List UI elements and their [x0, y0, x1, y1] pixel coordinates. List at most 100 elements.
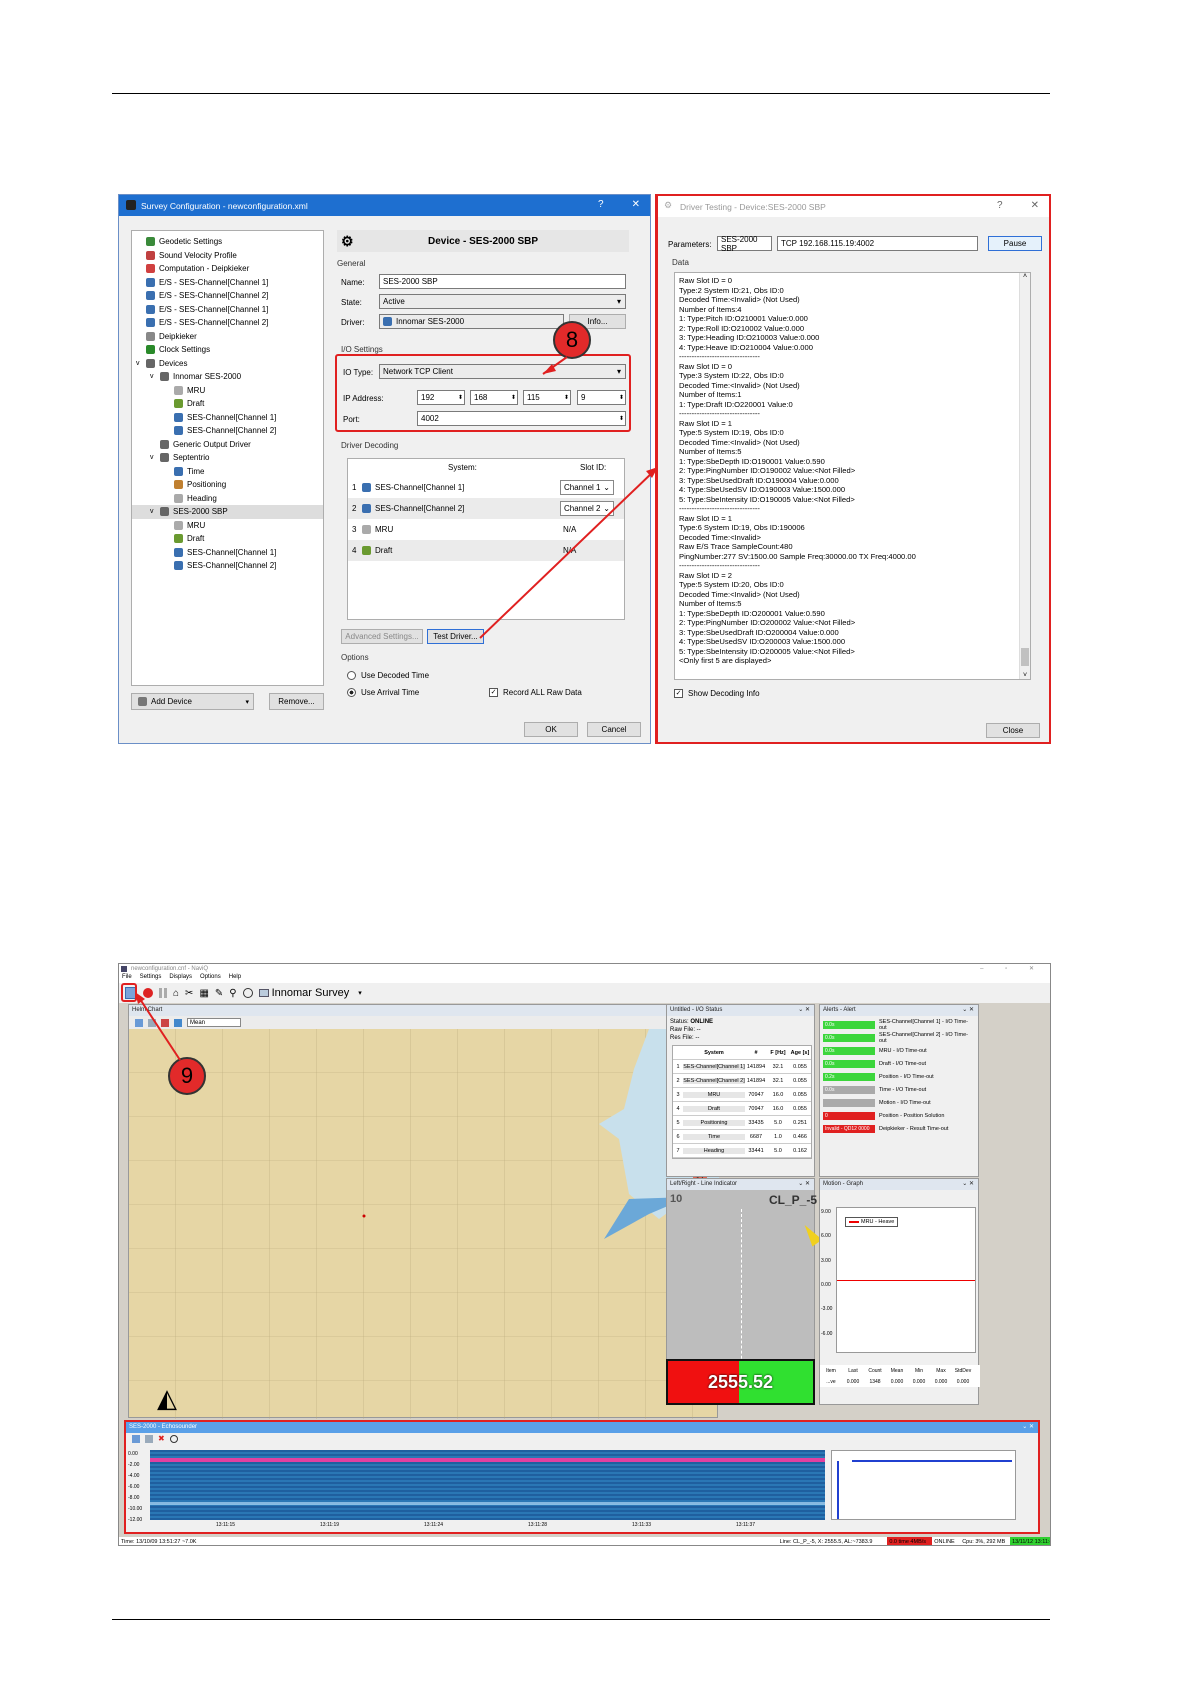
- status-segment: ONLINE: [932, 1537, 961, 1545]
- table-cell: 7: [676, 1147, 680, 1154]
- table-cell: Positioning: [683, 1119, 745, 1126]
- io-table-row[interactable]: 5 Positioning 33435 5.0 0.251: [673, 1116, 811, 1130]
- y-axis-label: -2.00: [128, 1462, 140, 1468]
- table-cell: 0.466: [793, 1133, 807, 1140]
- alert-item[interactable]: 0 Position - Position Solution: [823, 1110, 975, 1121]
- x-axis-label: 13:11:19: [320, 1522, 340, 1528]
- table-cell: 33435: [748, 1119, 764, 1126]
- stats-row: ...ve 0.000 1348 0.000 0.000 0.000 0.000: [820, 1376, 980, 1387]
- table-cell: 6: [676, 1133, 680, 1140]
- profile-spike: [837, 1461, 839, 1519]
- lr-value-bar: 2555.52: [666, 1359, 815, 1405]
- table-cell: 5: [676, 1119, 680, 1126]
- status-segment: Cpu: 3%, 292 MB: [960, 1537, 1011, 1545]
- x-axis-label: 13:11:33: [632, 1522, 652, 1528]
- stats-cell: StdDev: [954, 1367, 972, 1374]
- footer-rule: [112, 1619, 1050, 1620]
- echo-title: SES-2000 - Echosounder: [129, 1424, 198, 1430]
- stats-cell: 0.000: [846, 1378, 860, 1385]
- x-axis-label: 13:11:24: [424, 1522, 444, 1528]
- panel-title: SES-2000 - Echosounder ⌄ ✕: [126, 1422, 1038, 1433]
- lr-offset-label: 10: [670, 1193, 683, 1205]
- legend-label: MRU - Heave: [861, 1219, 895, 1225]
- alert-text: Position - Position Solution: [879, 1112, 945, 1119]
- legend-swatch: [849, 1221, 859, 1223]
- x-axis-label: 13:11:28: [528, 1522, 548, 1528]
- motion-legend: MRU - Heave: [845, 1217, 899, 1227]
- table-cell: 0.251: [793, 1119, 807, 1126]
- status-segment: Line: CL_P_-5, X: 2555.5, AL:~7383.9: [777, 1537, 888, 1545]
- view-icon[interactable]: [169, 1435, 178, 1443]
- stats-cell: Mean: [890, 1367, 904, 1374]
- y-axis-label: 0.00: [128, 1451, 138, 1457]
- alert-item[interactable]: Invalid - QD12 0000 Deipkieker - Result T…: [823, 1123, 975, 1134]
- table-cell: Time: [683, 1133, 745, 1140]
- io-table-row[interactable]: 6 Time 6687 1.0 0.466: [673, 1130, 811, 1144]
- profile-line: [852, 1460, 1012, 1462]
- y-axis-label: -6.00: [821, 1330, 833, 1337]
- echo-profile[interactable]: [831, 1450, 1016, 1520]
- io-table-row[interactable]: 4 Draft 70947 16.0 0.055: [673, 1102, 811, 1116]
- table-cell: 0.055: [793, 1105, 807, 1112]
- panel-controls[interactable]: ⌄ ✕: [962, 1179, 974, 1190]
- stats-cell: Item: [826, 1367, 836, 1374]
- y-axis-label: 0.00: [821, 1281, 831, 1288]
- annotation-arrow-bottom: [135, 992, 181, 1061]
- motion-title: Motion - Graph: [823, 1181, 864, 1187]
- y-axis-label: 6.00: [821, 1233, 831, 1240]
- stats-cell: 0.000: [956, 1378, 970, 1385]
- stats-cell: 0.000: [934, 1378, 948, 1385]
- stats-cell: 1348: [869, 1378, 881, 1385]
- x-axis-label: 13:11:37: [736, 1522, 756, 1528]
- table-cell: 6687: [749, 1133, 763, 1140]
- zoom-icon[interactable]: [145, 1435, 153, 1443]
- panel-title: Motion - Graph ⌄ ✕: [820, 1179, 978, 1190]
- seabed-line: [150, 1458, 825, 1462]
- table-cell: 0.162: [793, 1147, 807, 1154]
- table-cell: Draft: [683, 1105, 745, 1112]
- table-cell: 33441: [748, 1147, 764, 1154]
- layers-icon[interactable]: [132, 1435, 140, 1443]
- bottom-echo: [150, 1502, 825, 1505]
- y-axis-label: -6.00: [128, 1484, 140, 1490]
- status-segment: Time: 13/10/09 13:51:27 ~7.0K: [119, 1537, 778, 1545]
- north-arrow-icon: ◭: [157, 1384, 177, 1414]
- motion-zero-line: [837, 1280, 975, 1281]
- y-axis-label: 3.00: [821, 1257, 831, 1264]
- remove-icon[interactable]: ✖: [158, 1435, 165, 1443]
- table-cell: 1.0: [774, 1133, 782, 1140]
- table-cell: 70947: [748, 1105, 764, 1112]
- status-segment: 0.0 time 4MB/s: [887, 1537, 933, 1545]
- y-axis-label: -3.00: [821, 1306, 833, 1313]
- status-segment: 13/11/12 13:11:40: [1010, 1537, 1050, 1545]
- table-cell: 4: [676, 1105, 680, 1112]
- y-axis-label: -10.00: [128, 1506, 143, 1512]
- alert-status: Invalid - QD12 0000: [823, 1124, 875, 1133]
- stats-cell: 0.000: [890, 1378, 904, 1385]
- x-axis-label: 13:11:15: [216, 1522, 236, 1528]
- panel-title: Left/Right - Line Indicator ⌄ ✕: [667, 1179, 814, 1190]
- stats-cell: Min: [914, 1367, 924, 1374]
- y-axis-label: 9.00: [821, 1209, 831, 1215]
- echogram[interactable]: [150, 1450, 825, 1520]
- stats-cell: Count: [868, 1367, 882, 1374]
- stats-cell: Max: [936, 1367, 946, 1374]
- panel-controls[interactable]: ⌄ ✕: [798, 1179, 810, 1190]
- lr-line-label: CL_P_-5: [769, 1193, 818, 1207]
- y-axis-label: -4.00: [128, 1473, 140, 1479]
- motion-graph-panel: Motion - Graph ⌄ ✕ 9.00 6.00 3.00 0.00 -3.00 -…: [819, 1178, 980, 1405]
- stats-header: Item Last Count Mean Min Max StdDev: [820, 1365, 980, 1376]
- table-cell: 16.0: [772, 1105, 784, 1112]
- io-table-row[interactable]: 7 Heading 33441 5.0 0.162: [673, 1144, 811, 1158]
- alert-status: 0: [823, 1111, 875, 1120]
- motion-stats: Item Last Count Mean Min Max StdDev ...ve 0.000 1…: [820, 1365, 980, 1387]
- lr-value: 2555.52: [707, 1371, 774, 1392]
- table-cell: Heading: [683, 1147, 745, 1154]
- lr-title: Left/Right - Line Indicator: [670, 1181, 738, 1187]
- alert-text: Deipkieker - Result Time-out: [879, 1125, 949, 1132]
- panel-controls[interactable]: ⌄ ✕: [1022, 1422, 1034, 1433]
- y-axis-label: -12.00: [128, 1517, 143, 1523]
- table-cell: 5.0: [774, 1119, 782, 1126]
- status-bar: Time: 13/10/09 13:51:27 ~7.0K Line: CL_P_…: [119, 1537, 1050, 1545]
- table-cell: 5.0: [774, 1147, 782, 1154]
